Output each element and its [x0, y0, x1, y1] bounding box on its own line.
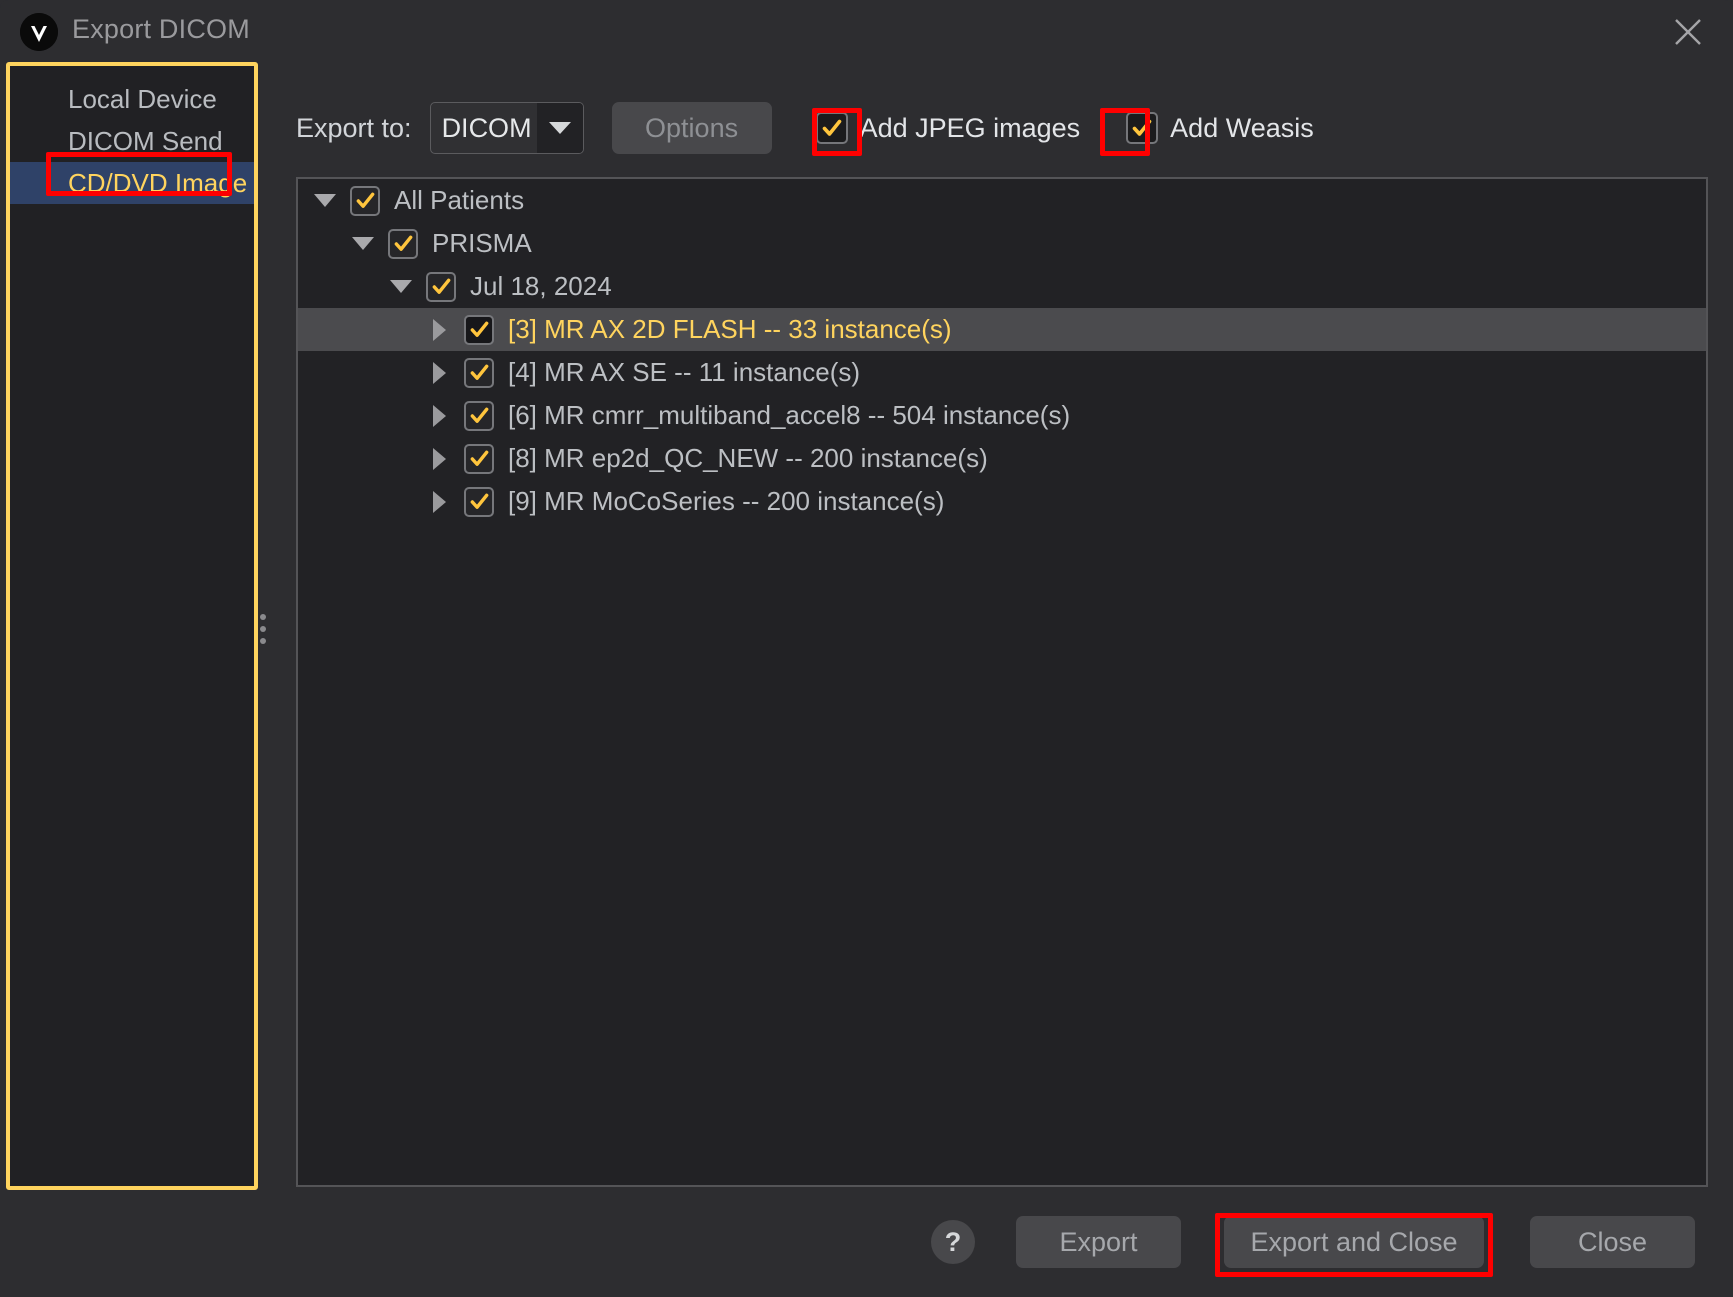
export-button[interactable]: Export: [1016, 1216, 1181, 1268]
tree-row-label: [9] MR MoCoSeries -- 200 instance(s): [508, 486, 945, 516]
add-weasis-checkbox-group[interactable]: Add Weasis: [1126, 112, 1314, 144]
export-to-label: Export to:: [296, 112, 412, 143]
tree-row-checkbox[interactable]: [388, 228, 418, 259]
sidebar-item-label: DICOM Send: [68, 125, 223, 156]
chevron-down-icon: [536, 103, 583, 153]
tree-row-checkbox[interactable]: [464, 443, 494, 474]
checkmark-icon: [470, 407, 488, 423]
chevron-right-icon[interactable]: [426, 446, 452, 472]
close-button[interactable]: Close: [1530, 1216, 1695, 1268]
tree-row-label: Jul 18, 2024: [470, 271, 612, 301]
tree-row[interactable]: [9] MR MoCoSeries -- 200 instance(s): [298, 480, 1706, 523]
tree-row-checkbox[interactable]: [464, 486, 494, 517]
checkmark-icon: [470, 493, 488, 509]
tree-row[interactable]: [3] MR AX 2D FLASH -- 33 instance(s): [298, 308, 1706, 351]
tree-row-label: All Patients: [394, 185, 525, 215]
add-jpeg-images-checkbox[interactable]: [815, 112, 848, 144]
checkmark-icon: [356, 192, 374, 208]
chevron-right-icon[interactable]: [426, 317, 452, 343]
tree-row-checkbox[interactable]: [426, 271, 456, 302]
checkmark-icon: [470, 364, 488, 380]
help-button[interactable]: ?: [931, 1220, 975, 1264]
study-tree-panel[interactable]: All Patients PRISMA Jul 18, 2024 [3] MR AX …: [296, 177, 1708, 1187]
export-dicom-dialog: Export DICOM Local Device DICOM Send CD/…: [0, 0, 1733, 1297]
export-format-select[interactable]: DICOM: [429, 102, 584, 154]
tree-row-label: [3] MR AX 2D FLASH -- 33 instance(s): [508, 314, 952, 344]
tree-row-checkbox[interactable]: [464, 357, 494, 388]
tree-row-label: [4] MR AX SE -- 11 instance(s): [508, 357, 861, 387]
sidebar-item-dicom-send[interactable]: DICOM Send: [10, 120, 254, 162]
tree-row-label: [6] MR cmrr_multiband_accel8 -- 504 inst…: [508, 400, 1071, 430]
weasis-logo-icon: [20, 13, 58, 51]
tree-row[interactable]: Jul 18, 2024: [298, 265, 1706, 308]
options-button[interactable]: Options: [611, 102, 772, 154]
export-format-value: DICOM: [441, 112, 532, 143]
checkmark-icon: [1132, 119, 1152, 136]
tree-row-label: [8] MR ep2d_QC_NEW -- 200 instance(s): [508, 443, 988, 473]
chevron-down-icon[interactable]: [350, 231, 376, 257]
study-tree: All Patients PRISMA Jul 18, 2024 [3] MR AX …: [298, 179, 1706, 523]
chevron-down-icon[interactable]: [388, 274, 414, 300]
tree-row[interactable]: PRISMA: [298, 222, 1706, 265]
tree-row[interactable]: All Patients: [298, 179, 1706, 222]
tree-row[interactable]: [6] MR cmrr_multiband_accel8 -- 504 inst…: [298, 394, 1706, 437]
destination-list[interactable]: Local Device DICOM Send CD/DVD Image: [6, 62, 258, 1190]
tree-row-checkbox[interactable]: [350, 185, 380, 216]
add-jpeg-images-checkbox-group[interactable]: Add JPEG images: [815, 112, 1081, 144]
window-title: Export DICOM: [72, 14, 250, 44]
sidebar-item-label: CD/DVD Image: [68, 167, 248, 198]
export-and-close-button[interactable]: Export and Close: [1224, 1216, 1484, 1268]
close-icon[interactable]: [1666, 10, 1710, 54]
panel-splitter[interactable]: [256, 62, 270, 1190]
checkmark-icon: [432, 278, 450, 294]
tree-row-checkbox[interactable]: [464, 400, 494, 431]
splitter-handle-icon: [260, 614, 266, 644]
tree-row-label: PRISMA: [432, 228, 532, 258]
checkmark-icon: [470, 450, 488, 466]
tree-row-checkbox[interactable]: [464, 314, 494, 345]
checkmark-icon: [822, 119, 841, 136]
chevron-right-icon[interactable]: [426, 360, 452, 386]
add-weasis-checkbox[interactable]: [1126, 112, 1159, 144]
chevron-down-icon[interactable]: [312, 188, 338, 214]
add-jpeg-images-label: Add JPEG images: [859, 112, 1081, 143]
chevron-right-icon[interactable]: [426, 489, 452, 515]
sidebar-item-cd-dvd-image[interactable]: CD/DVD Image: [10, 162, 254, 204]
add-weasis-label: Add Weasis: [1170, 112, 1314, 143]
checkmark-icon: [394, 235, 412, 251]
checkmark-icon: [470, 321, 488, 337]
export-toolbar: Export to: DICOM Options Add JPEG images…: [296, 101, 1314, 155]
tree-row[interactable]: [8] MR ep2d_QC_NEW -- 200 instance(s): [298, 437, 1706, 480]
chevron-right-icon[interactable]: [426, 403, 452, 429]
title-bar: Export DICOM: [0, 0, 1733, 62]
sidebar-item-label: Local Device: [68, 83, 217, 114]
sidebar-item-local-device[interactable]: Local Device: [10, 78, 254, 120]
tree-row[interactable]: [4] MR AX SE -- 11 instance(s): [298, 351, 1706, 394]
